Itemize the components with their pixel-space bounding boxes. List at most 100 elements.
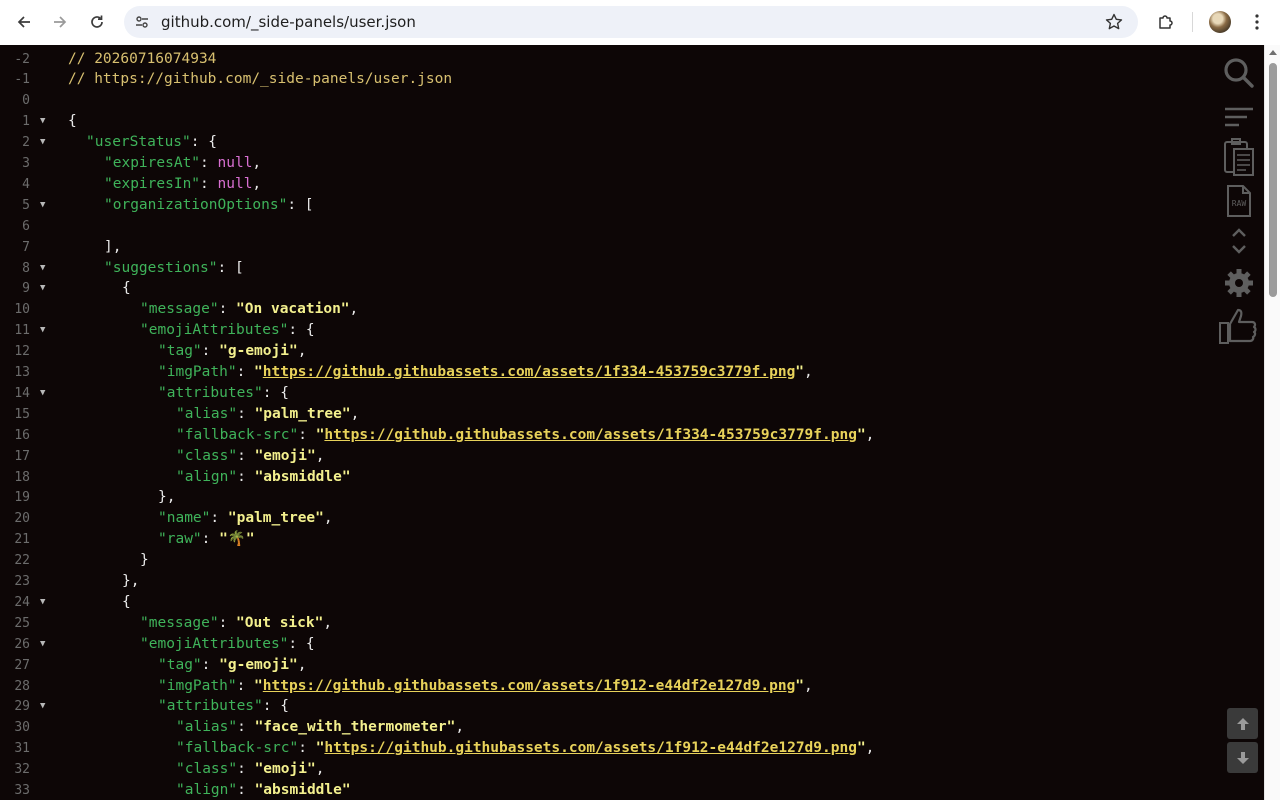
code-text: "tag": "g-emoji",	[158, 341, 306, 362]
search-button[interactable]	[1217, 55, 1261, 91]
settings-button[interactable]	[1217, 267, 1261, 299]
profile-button[interactable]	[1206, 9, 1234, 35]
code-line: 28 "imgPath": "https://github.githubasset…	[0, 676, 1200, 697]
collapse-expand-icon	[1232, 228, 1246, 254]
code-text: "align": "absmiddle"	[176, 467, 351, 488]
json-link[interactable]: https://github.githubassets.com/assets/1…	[324, 427, 857, 443]
scrollbar-thumb[interactable]	[1269, 63, 1277, 297]
json-punctuation: ,	[252, 175, 262, 192]
fold-toggle-icon[interactable]: ▼	[40, 111, 45, 132]
address-url[interactable]: github.com/_side-panels/user.json	[161, 13, 416, 31]
line-number: 7	[22, 239, 30, 255]
code-line: 15 "alias": "palm_tree",	[0, 404, 1200, 425]
code-text: "fallback-src": "https://github.githubas…	[176, 425, 874, 446]
raw-button[interactable]: RAW	[1217, 183, 1261, 219]
line-number: 26	[14, 636, 30, 652]
code-text: "emojiAttributes": {	[140, 320, 315, 341]
json-key: "class"	[176, 761, 238, 778]
fold-toggle-icon[interactable]: ▼	[40, 320, 45, 341]
json-punctuation: :	[200, 175, 218, 192]
line-number: 14	[14, 385, 30, 401]
feedback-button[interactable]	[1217, 305, 1261, 347]
scroll-top-button[interactable]	[1227, 708, 1258, 739]
code-line: 14 ▼ "attributes": {	[0, 383, 1200, 404]
code-line: 10 "message": "On vacation",	[0, 299, 1200, 320]
json-punctuation: : [	[287, 196, 314, 213]
json-punctuation: :	[237, 447, 255, 464]
line-number: 0	[22, 93, 30, 109]
line-number: 30	[14, 720, 30, 736]
json-punctuation: ,	[323, 614, 333, 631]
forward-button[interactable]	[46, 9, 74, 35]
json-punctuation: :	[237, 468, 255, 485]
code-line: 5 ▼ "organizationOptions": [	[0, 195, 1200, 216]
json-punctuation: },	[158, 489, 176, 506]
fold-toggle-icon[interactable]: ▼	[40, 696, 45, 717]
fold-toggle-icon[interactable]: ▼	[40, 132, 45, 153]
json-link[interactable]: https://github.githubassets.com/assets/1…	[263, 364, 796, 380]
json-punctuation: :	[200, 155, 218, 171]
line-number: -1	[14, 72, 30, 88]
json-key: "align"	[176, 782, 238, 798]
json-punctuation: : {	[262, 384, 289, 401]
fold-toggle-icon[interactable]: ▼	[40, 278, 45, 299]
json-string: "g-emoji"	[219, 343, 298, 360]
json-key: "tag"	[158, 343, 202, 360]
line-number: 21	[14, 532, 30, 548]
json-punctuation: :	[237, 405, 255, 422]
json-punctuation: ,	[865, 426, 875, 443]
copy-button[interactable]	[1217, 137, 1261, 177]
collapse-button[interactable]	[1217, 225, 1261, 257]
code-text: "emojiAttributes": {	[140, 634, 315, 655]
code-line: 2 ▼ "userStatus": {	[0, 132, 1200, 153]
json-punctuation: :	[237, 761, 255, 778]
code-line: 24 ▼ {	[0, 592, 1200, 613]
code-text: },	[158, 487, 175, 508]
json-key: "raw"	[158, 531, 202, 548]
vertical-scrollbar[interactable]	[1264, 45, 1280, 800]
json-key: "imgPath"	[158, 677, 237, 694]
json-key: "expiresIn"	[104, 175, 201, 192]
code-line: 8 ▼ "suggestions": [	[0, 258, 1200, 279]
json-punctuation: ,	[315, 447, 325, 464]
code-text: "attributes": {	[158, 696, 289, 717]
code-line: 25 "message": "Out sick",	[0, 613, 1200, 634]
json-punctuation: },	[122, 573, 140, 589]
json-punctuation: ,	[297, 343, 307, 360]
line-number: 24	[14, 594, 30, 610]
bookmark-star-icon[interactable]	[1104, 12, 1124, 36]
fold-toggle-icon[interactable]: ▼	[40, 634, 45, 655]
format-button[interactable]	[1217, 103, 1261, 131]
address-bar[interactable]: github.com/_side-panels/user.json	[124, 6, 1138, 38]
json-key: "alias"	[176, 719, 238, 736]
code-text: }	[140, 550, 149, 571]
reload-button[interactable]	[83, 9, 111, 35]
line-number: 19	[14, 490, 30, 506]
back-button[interactable]	[10, 9, 38, 35]
kebab-menu-icon	[1255, 14, 1259, 30]
fold-toggle-icon[interactable]: ▼	[40, 383, 45, 404]
arrow-right-icon	[54, 16, 67, 28]
line-number: 13	[14, 365, 30, 380]
scroll-bottom-button[interactable]	[1227, 742, 1258, 773]
line-number: 18	[14, 469, 30, 485]
site-settings-icon[interactable]	[134, 14, 150, 34]
scroll-up-arrow-icon[interactable]	[1269, 50, 1277, 55]
code-line: 18 "align": "absmiddle"	[0, 467, 1200, 488]
fold-toggle-icon[interactable]: ▼	[40, 258, 45, 279]
code-text: "organizationOptions": [	[104, 195, 314, 216]
json-link[interactable]: https://github.githubassets.com/assets/1…	[263, 678, 796, 694]
json-string: "face_with_thermometer"	[254, 719, 456, 736]
line-number: 20	[14, 511, 30, 527]
json-punctuation: :	[218, 614, 237, 631]
extensions-button[interactable]	[1152, 9, 1180, 35]
code-line: 31 "fallback-src": "https://github.github…	[0, 738, 1200, 759]
fold-toggle-icon[interactable]: ▼	[40, 592, 45, 613]
fold-toggle-icon[interactable]: ▼	[40, 195, 45, 216]
browser-menu-button[interactable]	[1243, 9, 1271, 35]
code-text: "alias": "palm_tree",	[176, 404, 359, 425]
code-line: 20 "name": "palm_tree",	[0, 508, 1200, 529]
line-number: 33	[14, 783, 30, 798]
json-punctuation: :	[298, 740, 316, 757]
json-link[interactable]: https://github.githubassets.com/assets/1…	[324, 740, 857, 756]
